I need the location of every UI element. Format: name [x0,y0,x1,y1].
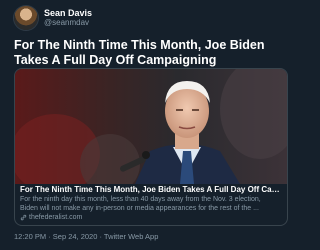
author-handle[interactable]: @seanmdav [44,18,92,27]
card-meta: For The Ninth Time This Month, Joe Biden… [20,185,282,222]
link-card[interactable]: For The Ninth Time This Month, Joe Biden… [14,68,288,226]
link-icon [20,214,27,221]
tweet-header: Sean Davis @seanmdav [14,6,92,30]
card-title[interactable]: For The Ninth Time This Month, Joe Biden… [20,185,282,195]
avatar[interactable] [14,6,38,30]
card-domain-text: thefederalist.com [29,214,83,221]
tweet-timestamp[interactable]: 12:20 PM · Sep 24, 2020 · Twitter Web Ap… [14,232,158,241]
card-description-line1: For the ninth day this month, less than … [20,196,261,203]
author-names: Sean Davis @seanmdav [44,8,92,27]
card-domain[interactable]: thefederalist.com [20,213,282,222]
card-description-line2: Biden will not make any in-person or med… [20,205,259,212]
card-image [15,69,287,184]
tweet-text: For The Ninth Time This Month, Joe Biden… [14,38,265,67]
